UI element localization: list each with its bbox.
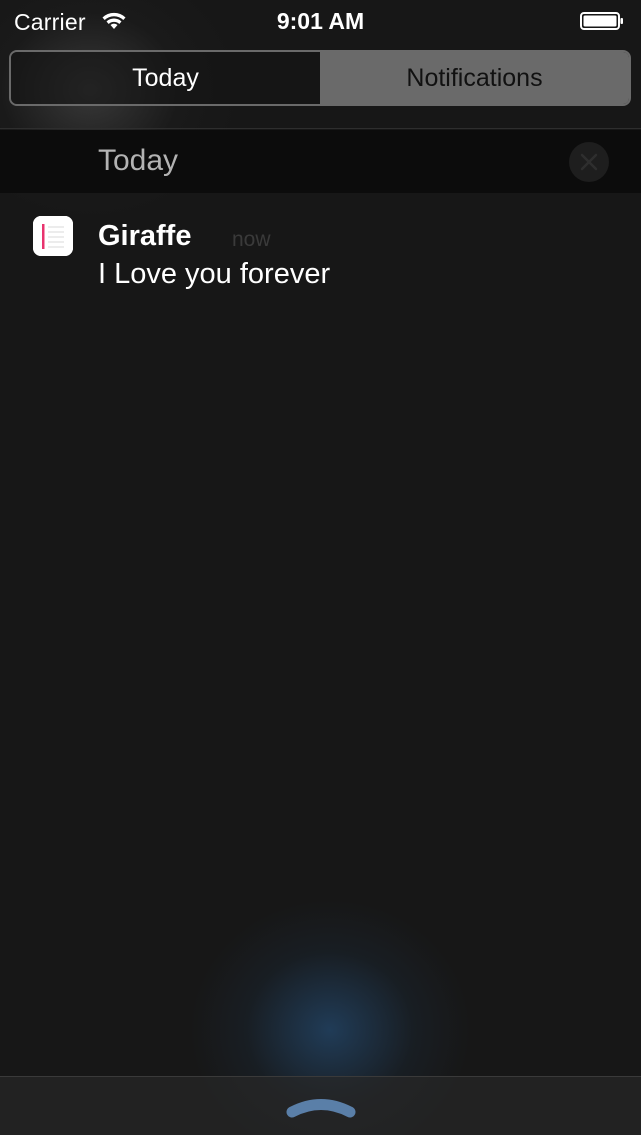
clear-button[interactable]	[569, 142, 609, 182]
tab-today[interactable]: Today	[11, 52, 320, 104]
battery-icon	[580, 12, 624, 30]
notification-time: now	[232, 228, 271, 251]
notification-app-name: Giraffe	[98, 220, 192, 252]
section-header: Today	[0, 130, 641, 193]
section-title: Today	[98, 144, 179, 177]
notification-message: I Love you forever	[98, 258, 331, 290]
notes-app-icon	[33, 216, 73, 256]
clock: 9:01 AM	[276, 8, 365, 34]
view-segmented-control: Today Notifications	[9, 50, 631, 106]
chevron-up-icon[interactable]	[284, 1093, 358, 1119]
notification-item[interactable]: Giraffe now I Love you forever	[0, 210, 641, 300]
status-bar: Carrier 9:01 AM	[0, 0, 641, 42]
divider	[0, 128, 641, 129]
tab-notifications[interactable]: Notifications	[320, 52, 629, 104]
bottom-bar	[0, 1077, 641, 1135]
close-icon	[580, 153, 598, 171]
notification-center-screen: Carrier 9:01 AM Today Notifications Toda…	[0, 0, 641, 1135]
